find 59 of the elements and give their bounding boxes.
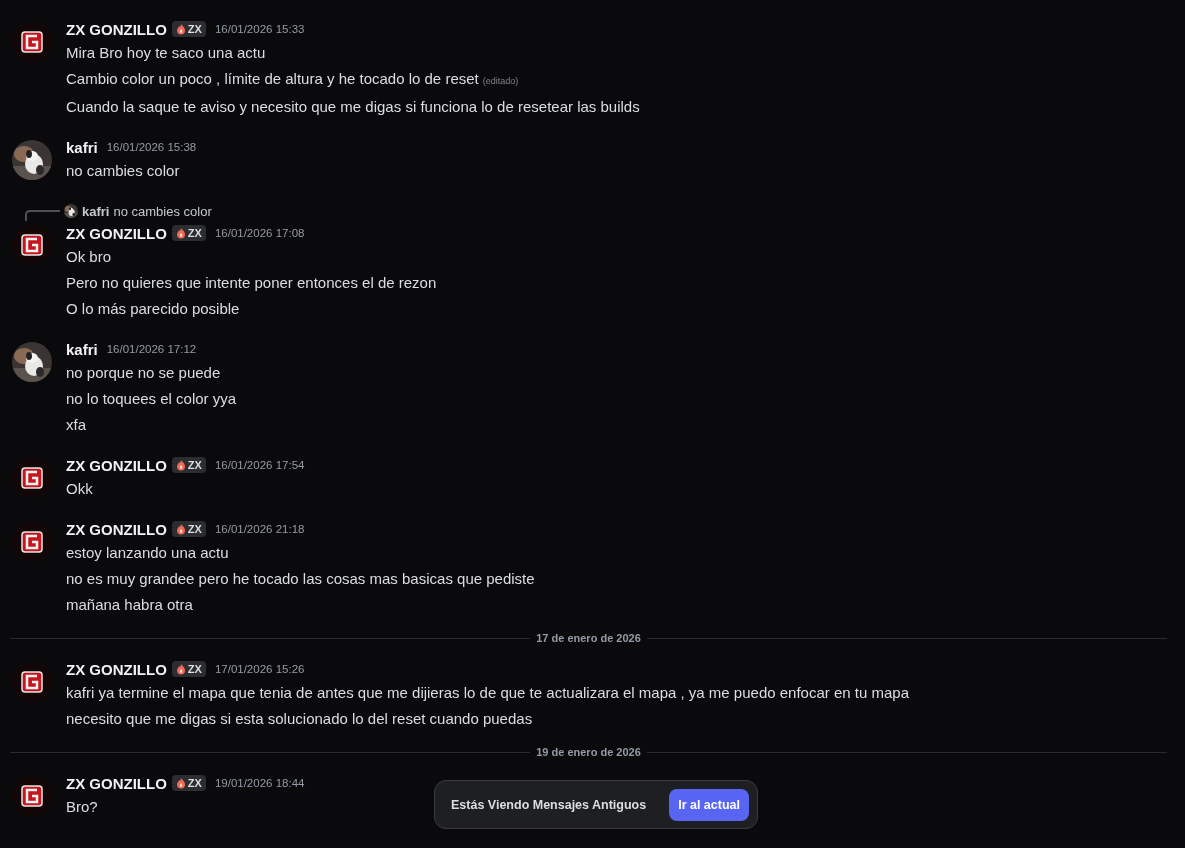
tag-text: ZX [187,523,202,535]
message-text: no lo toquees el color yya [66,389,237,409]
message-text: Bro? [66,797,99,817]
message-text: xfa [66,415,87,435]
tag-text: ZX [187,777,202,789]
logo-avatar-icon [12,22,52,62]
flame-icon [174,459,187,471]
logo-avatar-icon [12,225,52,265]
tag-text: ZX [187,23,202,35]
timestamp: 17/01/2026 15:26 [214,663,305,675]
message-text: no porque no se puede [66,363,222,383]
message-text: Cambio color un poco , límite de altura y he tocado lo de reset [66,70,479,87]
jump-to-present-button[interactable]: Ir al actual [669,788,749,821]
author-name[interactable]: ZX GONZILLO [66,224,167,242]
timestamp: 16/01/2026 17:54 [214,459,305,471]
reply-preview[interactable]: no cambies color [113,203,212,219]
logo-avatar-icon [12,458,52,498]
logo-avatar-icon [12,776,52,816]
author-name[interactable]: kafri [66,138,98,156]
message-text: kafri ya termine el mapa que tenia de antes que me dijieras lo de que te actualizara el mapa , ya me puedo enfocar en tu mapa [66,683,909,703]
reply-author[interactable]: kafri [82,203,110,219]
author-name[interactable]: ZX GONZILLO [66,520,167,538]
message-text: no cambies color [66,161,181,181]
timestamp: 16/01/2026 15:33 [214,23,305,35]
reply-connector-icon [24,209,60,221]
timestamp: 19/01/2026 18:44 [214,777,305,789]
flame-icon [174,523,187,535]
message-text: Okk [66,479,94,499]
author-name[interactable]: ZX GONZILLO [66,20,167,38]
tag-text: ZX [187,227,202,239]
message-text: necesito que me digas si esta solucionado lo del reset cuando puedas [66,709,534,729]
author-name[interactable]: ZX GONZILLO [66,660,167,678]
timestamp: 16/01/2026 17:12 [106,343,197,355]
message-text: Ok bro [66,247,112,267]
timestamp: 16/01/2026 15:38 [106,141,197,153]
message-text: mañana habra otra [66,595,194,615]
flame-icon [174,777,187,789]
author-name[interactable]: ZX GONZILLO [66,456,167,474]
message-text: Cuando la saque te aviso y necesito que me digas si funciona lo de resetear las builds [66,97,640,117]
message-text: estoy lanzando una actu [66,543,230,563]
timestamp: 16/01/2026 17:08 [214,227,305,239]
author-name[interactable]: ZX GONZILLO [66,774,167,792]
logo-avatar-icon [12,662,52,702]
message-text: no es muy grandee pero he tocado las cosas mas basicas que pediste [66,569,535,589]
author-name[interactable]: kafri [66,340,98,358]
message-text: O lo más parecido posible [66,299,241,319]
message-text: Mira Bro hoy te saco una actu [66,43,267,63]
flame-icon [174,663,187,675]
timestamp: 16/01/2026 21:18 [214,523,305,535]
message-text: Pero no quieres que intente poner entonces el de rezon [66,273,437,293]
tag-text: ZX [187,663,202,675]
toast-text: Estás Viendo Mensajes Antiguos [451,797,647,812]
date-divider-label: 17 de enero de 2026 [536,632,641,644]
flame-icon [174,227,187,239]
logo-avatar-icon [12,522,52,562]
edited-label: (editado) [482,76,519,86]
date-divider-label: 19 de enero de 2026 [536,746,641,758]
flame-icon [174,23,187,35]
tag-text: ZX [187,459,202,471]
